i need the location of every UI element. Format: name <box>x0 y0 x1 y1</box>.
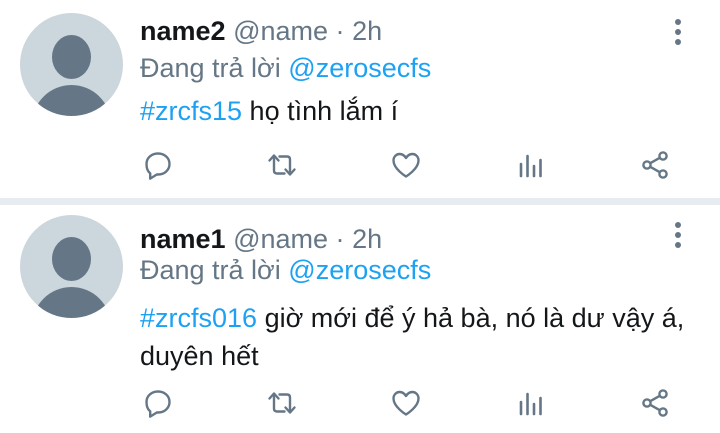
reply-button[interactable] <box>140 385 176 421</box>
hashtag-link[interactable]: #zrcfs15 <box>140 96 242 126</box>
user-handle[interactable]: @name <box>233 224 328 254</box>
avatar-head-shape <box>52 35 91 79</box>
share-icon <box>642 389 668 417</box>
tweet[interactable]: name2 @name · 2h Đang trả lời @zerosecfs… <box>0 0 720 198</box>
retweet-button[interactable] <box>264 385 300 421</box>
dot <box>675 242 681 248</box>
like-button[interactable] <box>388 147 424 183</box>
action-bar <box>140 147 700 183</box>
dot <box>675 29 681 35</box>
avatar-body-shape <box>32 85 111 116</box>
retweet-icon <box>268 392 296 414</box>
more-options-icon[interactable] <box>668 218 688 252</box>
hashtag-link[interactable]: #zrcfs016 <box>140 303 257 333</box>
user-handle[interactable]: @name <box>233 16 328 46</box>
reply-context: Đang trả lời @zerosecfs <box>140 52 431 84</box>
timestamp[interactable]: 2h <box>352 224 382 254</box>
reply-icon <box>145 390 171 418</box>
reply-button[interactable] <box>140 147 176 183</box>
reply-prefix: Đang trả lời <box>140 53 281 83</box>
dot <box>675 222 681 228</box>
avatar[interactable] <box>20 215 123 318</box>
avatar[interactable] <box>20 13 123 116</box>
tweet-divider <box>0 198 720 205</box>
retweet-button[interactable] <box>264 147 300 183</box>
like-icon <box>392 390 420 416</box>
avatar-body-shape <box>32 287 111 318</box>
separator: · <box>335 16 345 46</box>
reply-icon <box>145 152 171 180</box>
retweet-icon <box>268 154 296 176</box>
reply-context: Đang trả lời @zerosecfs <box>140 254 431 286</box>
display-name[interactable]: name2 <box>140 16 226 46</box>
avatar-head-shape <box>52 237 91 281</box>
share-button[interactable] <box>637 147 673 183</box>
reply-mention-link[interactable]: @zerosecfs <box>288 255 431 285</box>
share-button[interactable] <box>637 385 673 421</box>
timestamp[interactable]: 2h <box>352 16 382 46</box>
reply-prefix: Đang trả lời <box>140 255 281 285</box>
stats-button[interactable] <box>513 385 549 421</box>
stats-icon <box>519 392 542 416</box>
tweet-text: #zrcfs15 họ tình lắm í <box>140 92 700 130</box>
reply-mention-link[interactable]: @zerosecfs <box>288 53 431 83</box>
dot <box>675 19 681 25</box>
dot <box>675 232 681 238</box>
tweet-body: họ tình lắm í <box>242 96 399 126</box>
action-bar <box>140 385 700 421</box>
stats-button[interactable] <box>513 147 549 183</box>
tweet-header: name2 @name · 2h <box>140 15 382 47</box>
display-name[interactable]: name1 <box>140 224 226 254</box>
tweet-header: name1 @name · 2h <box>140 223 382 255</box>
tweet[interactable]: name1 @name · 2h Đang trả lời @zerosecfs… <box>0 205 720 433</box>
separator: · <box>335 224 345 254</box>
stats-icon <box>519 154 542 178</box>
like-button[interactable] <box>388 385 424 421</box>
tweet-text: #zrcfs016 giờ mới để ý hả bà, nó là dư v… <box>140 299 700 375</box>
dot <box>675 39 681 45</box>
like-icon <box>392 152 420 178</box>
share-icon <box>642 151 668 179</box>
more-options-icon[interactable] <box>668 15 688 49</box>
